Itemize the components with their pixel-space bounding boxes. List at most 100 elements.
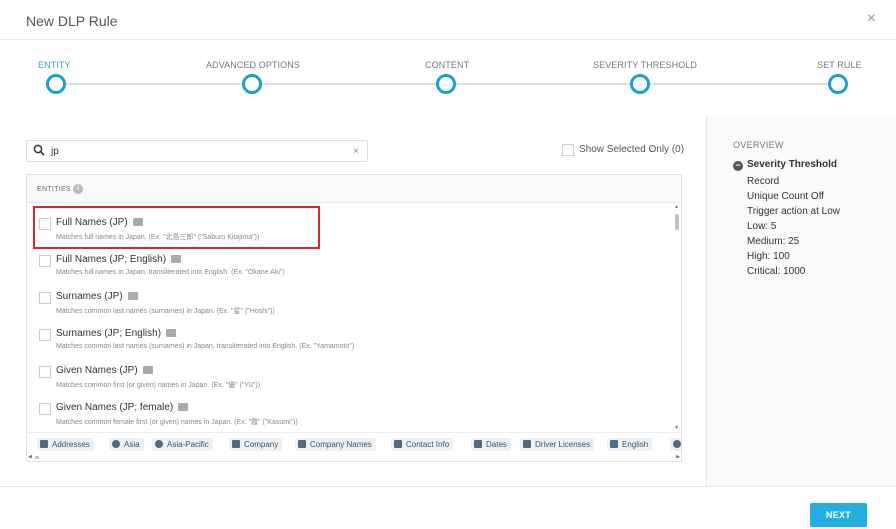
- overview-line: Trigger action at Low: [747, 206, 841, 217]
- tag-company-names[interactable]: Company Names: [295, 438, 376, 451]
- entities-panel: ENTITIES i Full Names (JP) Matches full …: [26, 174, 682, 462]
- folder-icon: [166, 329, 177, 337]
- clear-search-icon[interactable]: ×: [353, 146, 359, 157]
- entity-description: Matches common last names (surnames) in …: [56, 343, 355, 350]
- tag-addresses[interactable]: Addresses: [37, 438, 94, 451]
- entity-checkbox[interactable]: [39, 292, 51, 304]
- entity-step-main: jp × Show Selected Only (0) ENTITIES i F…: [0, 116, 706, 486]
- scroll-up-icon[interactable]: ▲: [674, 204, 679, 210]
- tag-label: Asia-Pacific: [167, 440, 209, 449]
- step-circle[interactable]: [46, 74, 66, 94]
- tag-label: Company: [244, 440, 279, 449]
- vertical-scrollbar[interactable]: ▲ ▼: [674, 204, 680, 431]
- next-button[interactable]: NEXT: [810, 503, 867, 527]
- scroll-down-icon[interactable]: ▼: [674, 425, 679, 431]
- overview-section[interactable]: − Severity Threshold: [733, 159, 837, 171]
- info-icon[interactable]: i: [73, 184, 83, 194]
- entity-item[interactable]: Surnames (JP; English) Matches common la…: [27, 321, 675, 358]
- show-selected-checkbox[interactable]: [562, 144, 574, 156]
- tag-contact-info[interactable]: Contact Info: [391, 438, 454, 451]
- dialog-header: New DLP Rule ×: [0, 0, 896, 40]
- tag-label: Company Names: [310, 440, 372, 449]
- entity-name: Full Names (JP; English): [56, 254, 167, 265]
- tag-company[interactable]: Company: [229, 438, 283, 451]
- entity-item[interactable]: Surnames (JP) Matches common last names …: [27, 284, 675, 321]
- tag-overflow[interactable]: [670, 438, 681, 451]
- entity-name: Surnames (JP; English): [56, 328, 162, 339]
- search-input[interactable]: jp ×: [26, 140, 368, 162]
- tag-label: English: [622, 440, 649, 449]
- tag-label: Dates: [486, 440, 507, 449]
- entity-description: Matches common last names (surnames) in …: [56, 308, 275, 315]
- overview-section-title: Severity Threshold: [747, 159, 838, 170]
- dialog-title: New DLP Rule: [26, 13, 118, 29]
- overview-title: OVERVIEW: [733, 140, 784, 150]
- folder-icon: [127, 292, 138, 300]
- entity-checkbox[interactable]: [39, 366, 51, 378]
- entity-checkbox[interactable]: [39, 255, 51, 267]
- step-circle[interactable]: [630, 74, 650, 94]
- tag-label: Asia: [124, 440, 140, 449]
- tag-asia-pacific[interactable]: Asia-Pacific: [152, 438, 213, 451]
- entity-name: Surnames (JP): [56, 291, 123, 302]
- tag-filter-bar: Addresses Asia Asia-Pacific Company Comp…: [27, 432, 681, 454]
- entity-description: Matches common female first (or given) n…: [56, 419, 298, 426]
- entity-description: Matches full names in Japan, translitera…: [56, 269, 285, 276]
- tag-label: Driver Licenses: [535, 440, 591, 449]
- overview-details: Record Unique Count Off Trigger action a…: [747, 174, 840, 279]
- step-label: SEVERITY THRESHOLD: [593, 60, 697, 70]
- dialog-footer: NEXT: [0, 486, 896, 529]
- overview-line: Low: 5: [747, 221, 777, 232]
- tag-icon: [394, 440, 402, 448]
- step-circle[interactable]: [828, 74, 848, 94]
- folder-icon: [142, 366, 153, 374]
- step-label: ADVANCED OPTIONS: [206, 60, 300, 70]
- globe-icon: [155, 440, 163, 448]
- folder-icon: [171, 255, 182, 263]
- step-label: CONTENT: [425, 60, 470, 70]
- tag-asia[interactable]: Asia: [109, 438, 144, 451]
- search-value[interactable]: jp: [51, 146, 59, 157]
- chat-icon: [610, 440, 618, 448]
- entity-name: Given Names (JP): [56, 365, 138, 376]
- globe-icon: [112, 440, 120, 448]
- tag-driver-licenses[interactable]: Driver Licenses: [520, 438, 595, 451]
- tag-icon: [523, 440, 531, 448]
- search-icon: [33, 144, 45, 156]
- tag-icon: [298, 440, 306, 448]
- scroll-left-icon[interactable]: ◀: [28, 454, 32, 460]
- tag-english[interactable]: English: [607, 438, 653, 451]
- entity-item[interactable]: Given Names (JP; female) Matches common …: [27, 395, 675, 431]
- entity-item[interactable]: Given Names (JP) Matches common first (o…: [27, 358, 675, 395]
- tag-icon: [232, 440, 240, 448]
- entity-name: Given Names (JP; female): [56, 402, 174, 413]
- overview-line: Record: [747, 176, 780, 187]
- entities-list: Full Names (JP) Matches full names in Ja…: [27, 204, 681, 431]
- entity-checkbox[interactable]: [39, 403, 51, 415]
- scroll-right-icon[interactable]: ▶: [676, 454, 680, 460]
- step-circle[interactable]: [436, 74, 456, 94]
- overview-panel: OVERVIEW − Severity Threshold Record Uniq…: [706, 116, 896, 486]
- tag-dates[interactable]: Dates: [471, 438, 511, 451]
- tag-label: Addresses: [52, 440, 90, 449]
- close-icon[interactable]: ×: [867, 11, 876, 27]
- scroll-thumb[interactable]: [35, 456, 39, 459]
- folder-icon: [178, 403, 189, 411]
- collapse-icon[interactable]: −: [733, 161, 743, 171]
- horizontal-scrollbar[interactable]: ◀ ▶: [27, 454, 681, 461]
- entity-checkbox[interactable]: [39, 329, 51, 341]
- highlight-box: [33, 206, 320, 249]
- overview-line: High: 100: [747, 251, 790, 262]
- step-label: ENTITY: [38, 60, 71, 70]
- globe-icon: [673, 440, 681, 448]
- show-selected-label: Show Selected Only (0): [579, 144, 685, 155]
- entities-title: ENTITIES: [37, 186, 71, 193]
- wizard-stepper: ENTITY ADVANCED OPTIONS CONTENT SEVERITY…: [0, 41, 896, 113]
- overview-line: Unique Count Off: [747, 191, 825, 202]
- tag-icon: [40, 440, 48, 448]
- scroll-thumb[interactable]: [675, 214, 679, 230]
- entity-item[interactable]: Full Names (JP; English) Matches full na…: [27, 247, 675, 284]
- step-circle[interactable]: [242, 74, 262, 94]
- tag-label: Contact Info: [406, 440, 450, 449]
- tag-icon: [474, 440, 482, 448]
